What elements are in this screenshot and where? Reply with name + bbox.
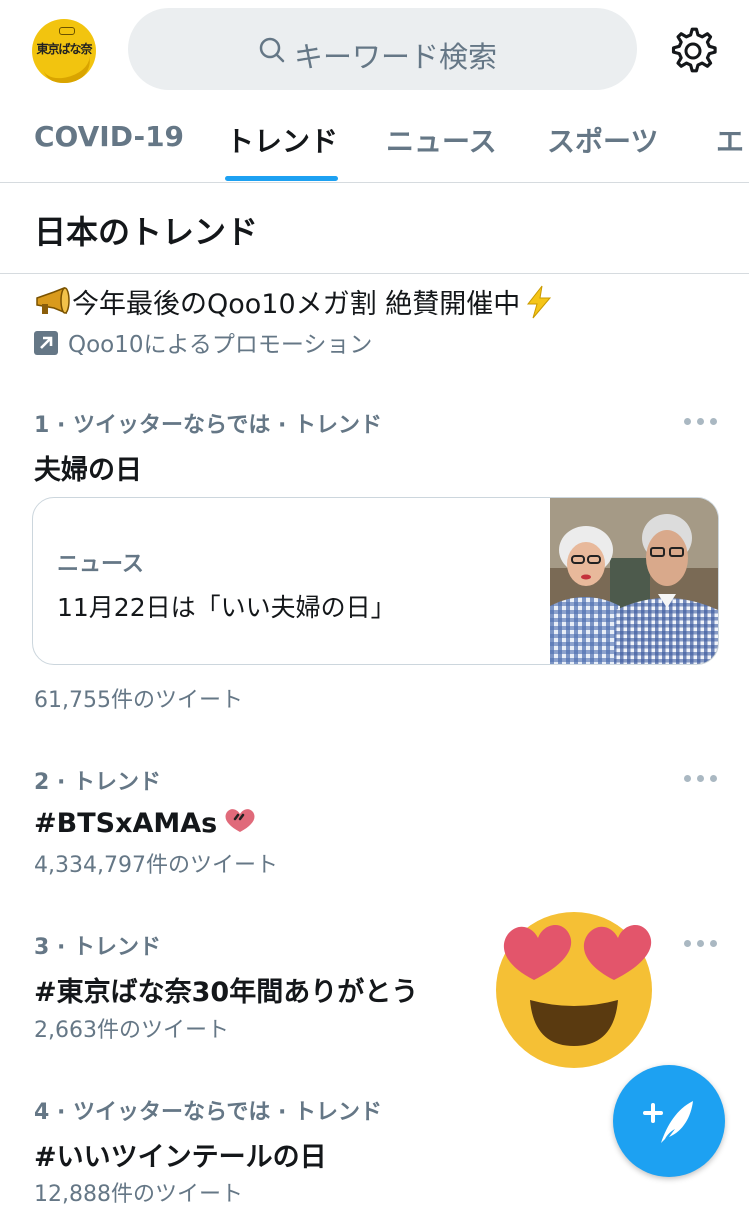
- megaphone-icon: [36, 286, 70, 315]
- more-icon[interactable]: [684, 938, 718, 948]
- gear-icon[interactable]: [669, 27, 717, 75]
- compose-tweet-icon: [643, 1101, 693, 1143]
- trend-4-count: 12,888件のツイート: [34, 1182, 243, 1207]
- trend-2-name[interactable]: #BTSxAMAs: [34, 805, 259, 839]
- section-divider: [0, 273, 749, 274]
- trend-1-name[interactable]: 夫婦の日: [34, 448, 142, 487]
- news-photo: [550, 498, 718, 664]
- avatar-logo-text: 東京ばな奈: [36, 42, 92, 56]
- trend-2-name-text: #BTSxAMAs: [34, 808, 218, 839]
- tab-covid[interactable]: COVID-19: [34, 120, 184, 153]
- trend-3-count: 2,663件のツイート: [34, 1018, 229, 1043]
- lightning-icon: [527, 285, 552, 319]
- news-card[interactable]: ニュース 11月22日は「いい夫婦の日」: [32, 497, 719, 665]
- search-bar[interactable]: キーワード検索: [128, 8, 637, 90]
- tab-sports[interactable]: スポーツ: [547, 120, 658, 160]
- trend-2-count: 4,334,797件のツイート: [34, 853, 278, 878]
- trend-1-meta: 1 · ツイッターならでは · トレンド: [34, 413, 383, 438]
- search-icon: [259, 37, 285, 63]
- tab-news[interactable]: ニュース: [386, 120, 497, 160]
- promoted-label: Qoo10によるプロモーション: [34, 325, 372, 359]
- trend-1-count: 61,755件のツイート: [34, 688, 243, 713]
- trend-2-meta: 2 · トレンド: [34, 770, 161, 795]
- search-placeholder: キーワード検索: [294, 40, 498, 74]
- top-bar: 東京ばな奈 キーワード検索: [0, 0, 749, 100]
- more-icon[interactable]: [684, 773, 718, 783]
- trend-4-meta: 4 · ツイッターならでは · トレンド: [34, 1100, 383, 1125]
- tab-bar: COVID-19 トレンド ニュース スポーツ エ: [0, 100, 749, 183]
- avatar[interactable]: 東京ばな奈: [32, 19, 96, 83]
- tab-trends[interactable]: トレンド: [226, 120, 338, 160]
- promoted-trend-text: 今年最後のQoo10メガ割 絶賛開催中: [72, 289, 521, 320]
- promoted-label-text: Qoo10によるプロモーション: [68, 332, 373, 358]
- more-icon[interactable]: [684, 416, 718, 426]
- promoted-trend[interactable]: 今年最後のQoo10メガ割 絶賛開催中: [34, 282, 554, 321]
- active-tab-indicator: [225, 176, 338, 181]
- news-category: ニュース: [57, 552, 144, 577]
- trend-3-meta: 3 · トレンド: [34, 935, 161, 960]
- avatar-stamp: [59, 27, 75, 35]
- heart-eyes-emoji: [496, 912, 652, 1068]
- promoted-arrow-icon: [34, 331, 58, 355]
- trend-4-name[interactable]: #いいツインテールの日: [34, 1135, 327, 1174]
- compose-tweet-button[interactable]: [613, 1065, 725, 1177]
- news-title: 11月22日は「いい夫婦の日」: [57, 593, 396, 622]
- tab-entertainment[interactable]: エ: [716, 120, 744, 160]
- bts-heart-emoji: [225, 809, 255, 832]
- section-title: 日本のトレンド: [34, 213, 259, 251]
- trend-3-name[interactable]: #東京ばな奈30年間ありがとう: [34, 970, 418, 1009]
